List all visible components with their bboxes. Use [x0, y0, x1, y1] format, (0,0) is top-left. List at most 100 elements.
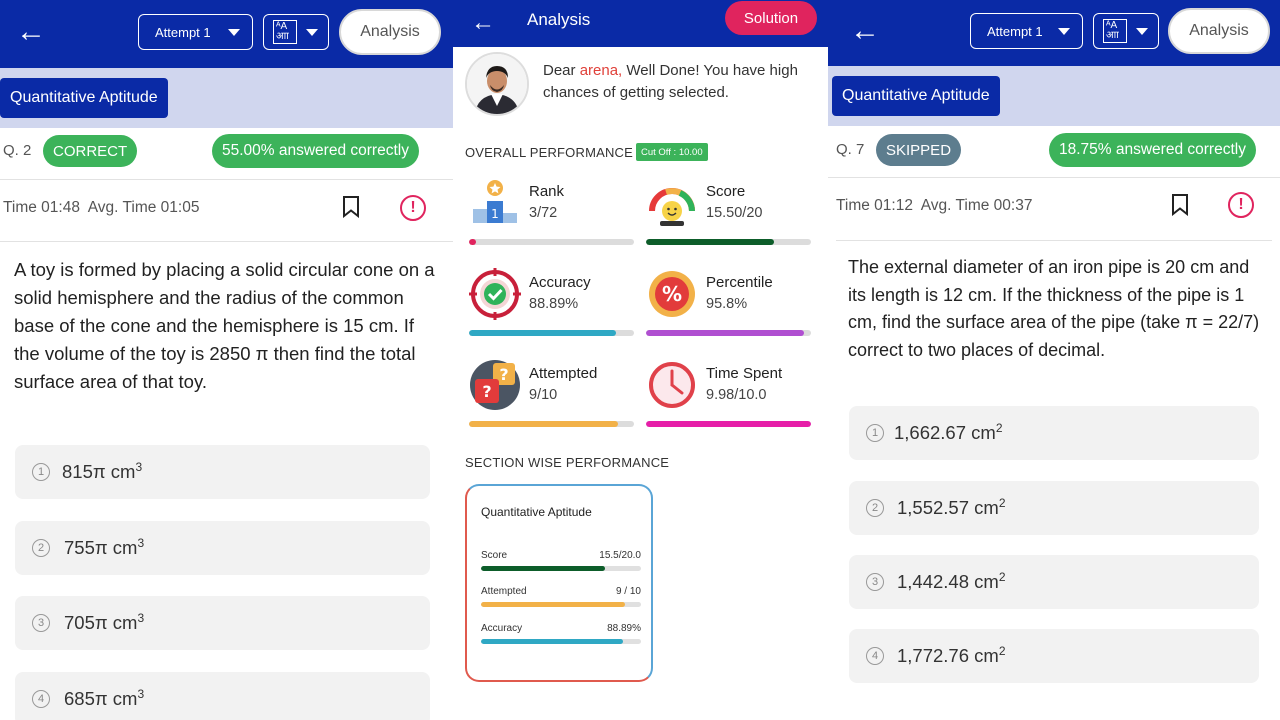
option-text: 1,552.57 cm2 [897, 496, 1006, 519]
attempt-dropdown[interactable]: Attempt 1 [138, 14, 253, 50]
stat-value: 15.50/20 [706, 205, 763, 221]
option-number: 3 [866, 573, 884, 591]
stat-value: 95.8% [706, 296, 748, 312]
option-number: 4 [866, 647, 884, 665]
back-arrow-icon[interactable]: ← [471, 8, 495, 38]
option-4[interactable]: 4 1,772.76 cm2 [849, 629, 1259, 683]
report-icon[interactable]: ! [1228, 192, 1254, 218]
option-number: 3 [32, 614, 50, 632]
section-accuracy-row: Accuracy 88.89% [481, 623, 641, 653]
avg-time: Avg. Time 01:05 [87, 199, 200, 216]
attempt-label: Attempt 1 [987, 23, 1043, 39]
svg-text:%: % [662, 282, 682, 306]
back-arrow-icon[interactable]: ← [16, 17, 46, 47]
answered-correctly-badge: 18.75% answered correctly [1049, 133, 1256, 167]
answered-correctly-badge: 55.00% answered correctly [212, 134, 419, 168]
option-3[interactable]: 3 705π cm3 [15, 596, 430, 650]
option-text: 1,772.76 cm2 [897, 644, 1006, 667]
solution-button[interactable]: Solution [725, 1, 817, 35]
clock-icon [649, 362, 695, 408]
row-value: 9 / 10 [615, 586, 641, 597]
option-4[interactable]: 4 685π cm3 [15, 672, 430, 720]
time-taken: Time 01:48 [3, 199, 80, 216]
avg-time: Avg. Time 00:37 [920, 197, 1033, 214]
question-text: The external diameter of an iron pipe is… [848, 257, 1260, 360]
option-number: 1 [866, 424, 884, 442]
option-2[interactable]: 2 755π cm3 [15, 521, 430, 575]
stat-label: Time Spent [706, 365, 783, 382]
stat-label: Percentile [706, 274, 773, 291]
report-icon[interactable]: ! [400, 195, 426, 221]
section-tab[interactable]: Quantitative Aptitude [0, 78, 168, 118]
stat-score: Score 15.50/20 [646, 177, 812, 257]
section-strip: Quantitative Aptitude [0, 68, 453, 128]
option-number: 2 [32, 539, 50, 557]
question-number: Q. 2 [3, 142, 32, 159]
option-2[interactable]: 2 1,552.57 cm2 [849, 481, 1259, 535]
status-badge: CORRECT [43, 135, 138, 167]
section-score-row: Score 15.5/20.0 [481, 550, 641, 580]
option-text: 705π cm3 [64, 611, 145, 634]
option-1[interactable]: 1 1,662.67 cm2 [849, 406, 1259, 460]
divider [836, 240, 1272, 241]
attempt-dropdown[interactable]: Attempt 1 [970, 13, 1083, 49]
chevron-down-icon [1136, 28, 1148, 35]
option-3[interactable]: 3 1,442.48 cm2 [849, 555, 1259, 609]
time-taken: Time 01:12 [836, 197, 913, 214]
language-dropdown[interactable]: ᴬA आा [1093, 13, 1159, 49]
option-text: 1,442.48 cm2 [897, 570, 1006, 593]
percentile-badge-icon: % [649, 271, 695, 317]
bookmark-icon[interactable] [1171, 194, 1189, 216]
user-name: arena, [579, 62, 623, 79]
chevron-down-icon [306, 29, 318, 36]
option-number: 1 [32, 463, 50, 481]
question-number: Q. 7 [836, 141, 865, 158]
stat-label: Accuracy [529, 274, 591, 291]
option-text: 1,662.67 cm2 [894, 421, 1003, 444]
chevron-down-icon [1058, 28, 1070, 35]
option-1[interactable]: 1 815π cm3 [15, 445, 430, 499]
stat-label: Rank [529, 183, 565, 200]
stat-percentile: % Percentile 95.8% [646, 268, 812, 348]
stat-time-spent: Time Spent 9.98/10.0 [646, 359, 812, 439]
option-number: 4 [32, 690, 50, 708]
section-card-title: Quantitative Aptitude [481, 505, 592, 519]
back-arrow-icon[interactable]: ← [850, 16, 880, 46]
divider [0, 179, 453, 180]
stat-value: 3/72 [529, 205, 558, 221]
option-text: 755π cm3 [64, 536, 145, 559]
section-wise-heading: SECTION WISE PERFORMANCE [465, 455, 670, 470]
svg-text:1: 1 [491, 207, 499, 221]
cutoff-badge: Cut Off : 10.00 [636, 143, 708, 161]
option-text: 815π cm3 [62, 460, 143, 483]
stat-value: 9.98/10.0 [706, 387, 767, 403]
time-spent-progress-bar [646, 421, 811, 427]
language-dropdown[interactable]: ᴬA आा [263, 14, 329, 50]
analysis-panel: ← Analysis Solution Dear arena, Well Don… [453, 0, 828, 720]
attempted-progress-bar [469, 421, 634, 427]
section-tab[interactable]: Quantitative Aptitude [832, 76, 1000, 116]
rank-progress-bar [469, 239, 634, 245]
question-panel-right: ← Attempt 1 ᴬA आा Analysis Quantitative A… [828, 0, 1280, 720]
row-label: Accuracy [481, 623, 523, 634]
analysis-button[interactable]: Analysis [1168, 8, 1270, 54]
row-value: 88.89% [607, 623, 641, 634]
row-progress-bar [481, 566, 641, 571]
svg-text:?: ? [482, 382, 491, 401]
overall-performance-heading: OVERALL PERFORMANCE [465, 145, 634, 160]
question-text: A toy is formed by placing a solid circu… [14, 259, 435, 392]
row-progress-bar [481, 602, 641, 607]
analysis-button[interactable]: Analysis [339, 9, 441, 55]
bookmark-icon[interactable] [342, 196, 360, 218]
section-card[interactable]: Quantitative Aptitude Score 15.5/20.0 At… [465, 484, 653, 682]
analysis-top-bar: ← Analysis Solution [453, 0, 828, 47]
stat-accuracy: Accuracy 88.89% [469, 268, 635, 348]
page-title: Analysis [527, 10, 591, 29]
row-label: Attempted [481, 586, 527, 597]
svg-text:?: ? [499, 365, 508, 384]
time-row: Time 01:12 Avg. Time 00:37 [836, 197, 1032, 215]
stat-label: Score [706, 183, 746, 200]
row-value: 15.5/20.0 [599, 550, 641, 561]
option-number: 2 [866, 499, 884, 517]
language-icon: ᴬA आा [273, 20, 297, 44]
